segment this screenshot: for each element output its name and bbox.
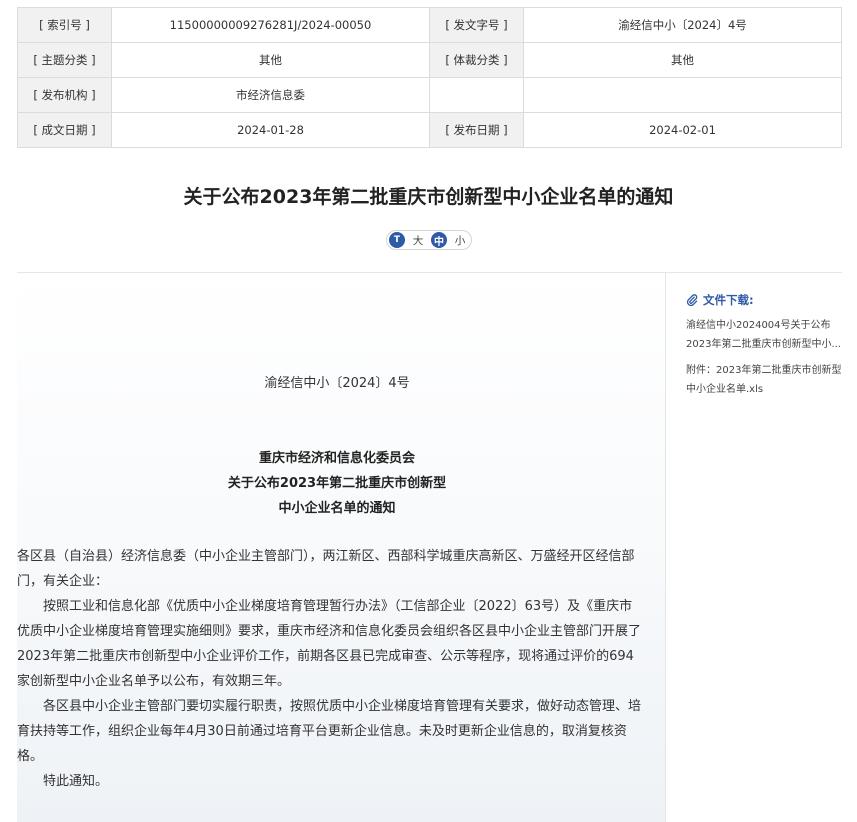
index-number-value: 11500000009276281J/2024-00050	[111, 7, 430, 43]
paragraph: 按照工业和信息化部《优质中小企业梯度培育管理暂行办法》（工信部企业〔2022〕6…	[17, 599, 642, 689]
font-size-control: T 大 中 小	[386, 230, 472, 250]
genre-category-value: 其他	[523, 42, 842, 78]
download-link-line: 渝经信中小2024004号关于公布	[686, 320, 831, 331]
closing-paragraph: 特此通知。	[43, 774, 109, 789]
subject-category-label: [ 主题分类 ]	[17, 42, 112, 78]
download-link-attachment[interactable]: 附件：2023年第二批重庆市创新型 中小企业名单.xls	[686, 361, 846, 399]
text-size-icon: T	[389, 232, 405, 248]
font-medium-button[interactable]: 中	[431, 232, 447, 248]
article-heading-line: 关于公布2023年第二批重庆市创新型	[227, 476, 447, 491]
publisher-value: 市经济信息委	[111, 77, 430, 113]
subject-category-value: 其他	[111, 42, 430, 78]
metadata-table: [ 索引号 ] 11500000009276281J/2024-00050 [ …	[17, 7, 842, 148]
salutation: 各区县（自治县）经济信息委（中小企业主管部门），两江新区、西部科学城重庆高新区、…	[17, 549, 635, 589]
empty-label-cell	[429, 77, 524, 113]
written-date-label: [ 成文日期 ]	[17, 112, 112, 148]
article-heading-line: 重庆市经济和信息化委员会	[258, 451, 415, 466]
publish-date-value: 2024-02-01	[523, 112, 842, 148]
publisher-label: [ 发布机构 ]	[17, 77, 112, 113]
index-number-label: [ 索引号 ]	[17, 7, 112, 43]
metadata-row: [ 成文日期 ] 2024-01-28 [ 发布日期 ] 2024-02-01	[17, 112, 842, 148]
publish-date-label: [ 发布日期 ]	[429, 112, 524, 148]
font-large-button[interactable]: 大	[409, 233, 427, 248]
document-number: 渝经信中小〔2024〕4号	[264, 376, 410, 391]
metadata-row: [ 主题分类 ] 其他 [ 体裁分类 ] 其他	[17, 42, 842, 78]
empty-value-cell	[523, 77, 842, 113]
font-small-button[interactable]: 小	[451, 233, 469, 248]
downloads-title: 文件下载:	[686, 292, 846, 308]
download-link-notice[interactable]: 渝经信中小2024004号关于公布 2023年第二批重庆市创新型中小...	[686, 316, 846, 354]
article-heading-line: 中小企业名单的通知	[278, 501, 396, 516]
sidebar-divider	[665, 273, 666, 822]
download-link-line: 2023年第二批重庆市创新型中小...	[686, 339, 841, 350]
downloads-title-text: 文件下载:	[703, 293, 754, 307]
paperclip-icon	[686, 294, 698, 306]
metadata-row: [ 发布机构 ] 市经济信息委	[17, 77, 842, 113]
metadata-row: [ 索引号 ] 11500000009276281J/2024-00050 [ …	[17, 7, 842, 43]
genre-category-label: [ 体裁分类 ]	[429, 42, 524, 78]
paragraph: 各区县中小企业主管部门要切实履行职责，按照优质中小企业梯度培育管理有关要求，做好…	[17, 699, 642, 764]
download-link-line: 中小企业名单.xls	[686, 384, 764, 395]
article-body: 各区县（自治县）经济信息委（中小企业主管部门），两江新区、西部科学城重庆高新区、…	[17, 544, 643, 794]
downloads-sidebar: 文件下载: 渝经信中小2024004号关于公布 2023年第二批重庆市创新型中小…	[686, 292, 846, 399]
written-date-value: 2024-01-28	[111, 112, 430, 148]
download-link-line: 附件：2023年第二批重庆市创新型	[686, 365, 842, 376]
document-number-label: [ 发文字号 ]	[429, 7, 524, 43]
page-title: 关于公布2023年第二批重庆市创新型中小企业名单的通知	[183, 186, 674, 208]
document-number-value: 渝经信中小〔2024〕4号	[523, 7, 842, 43]
